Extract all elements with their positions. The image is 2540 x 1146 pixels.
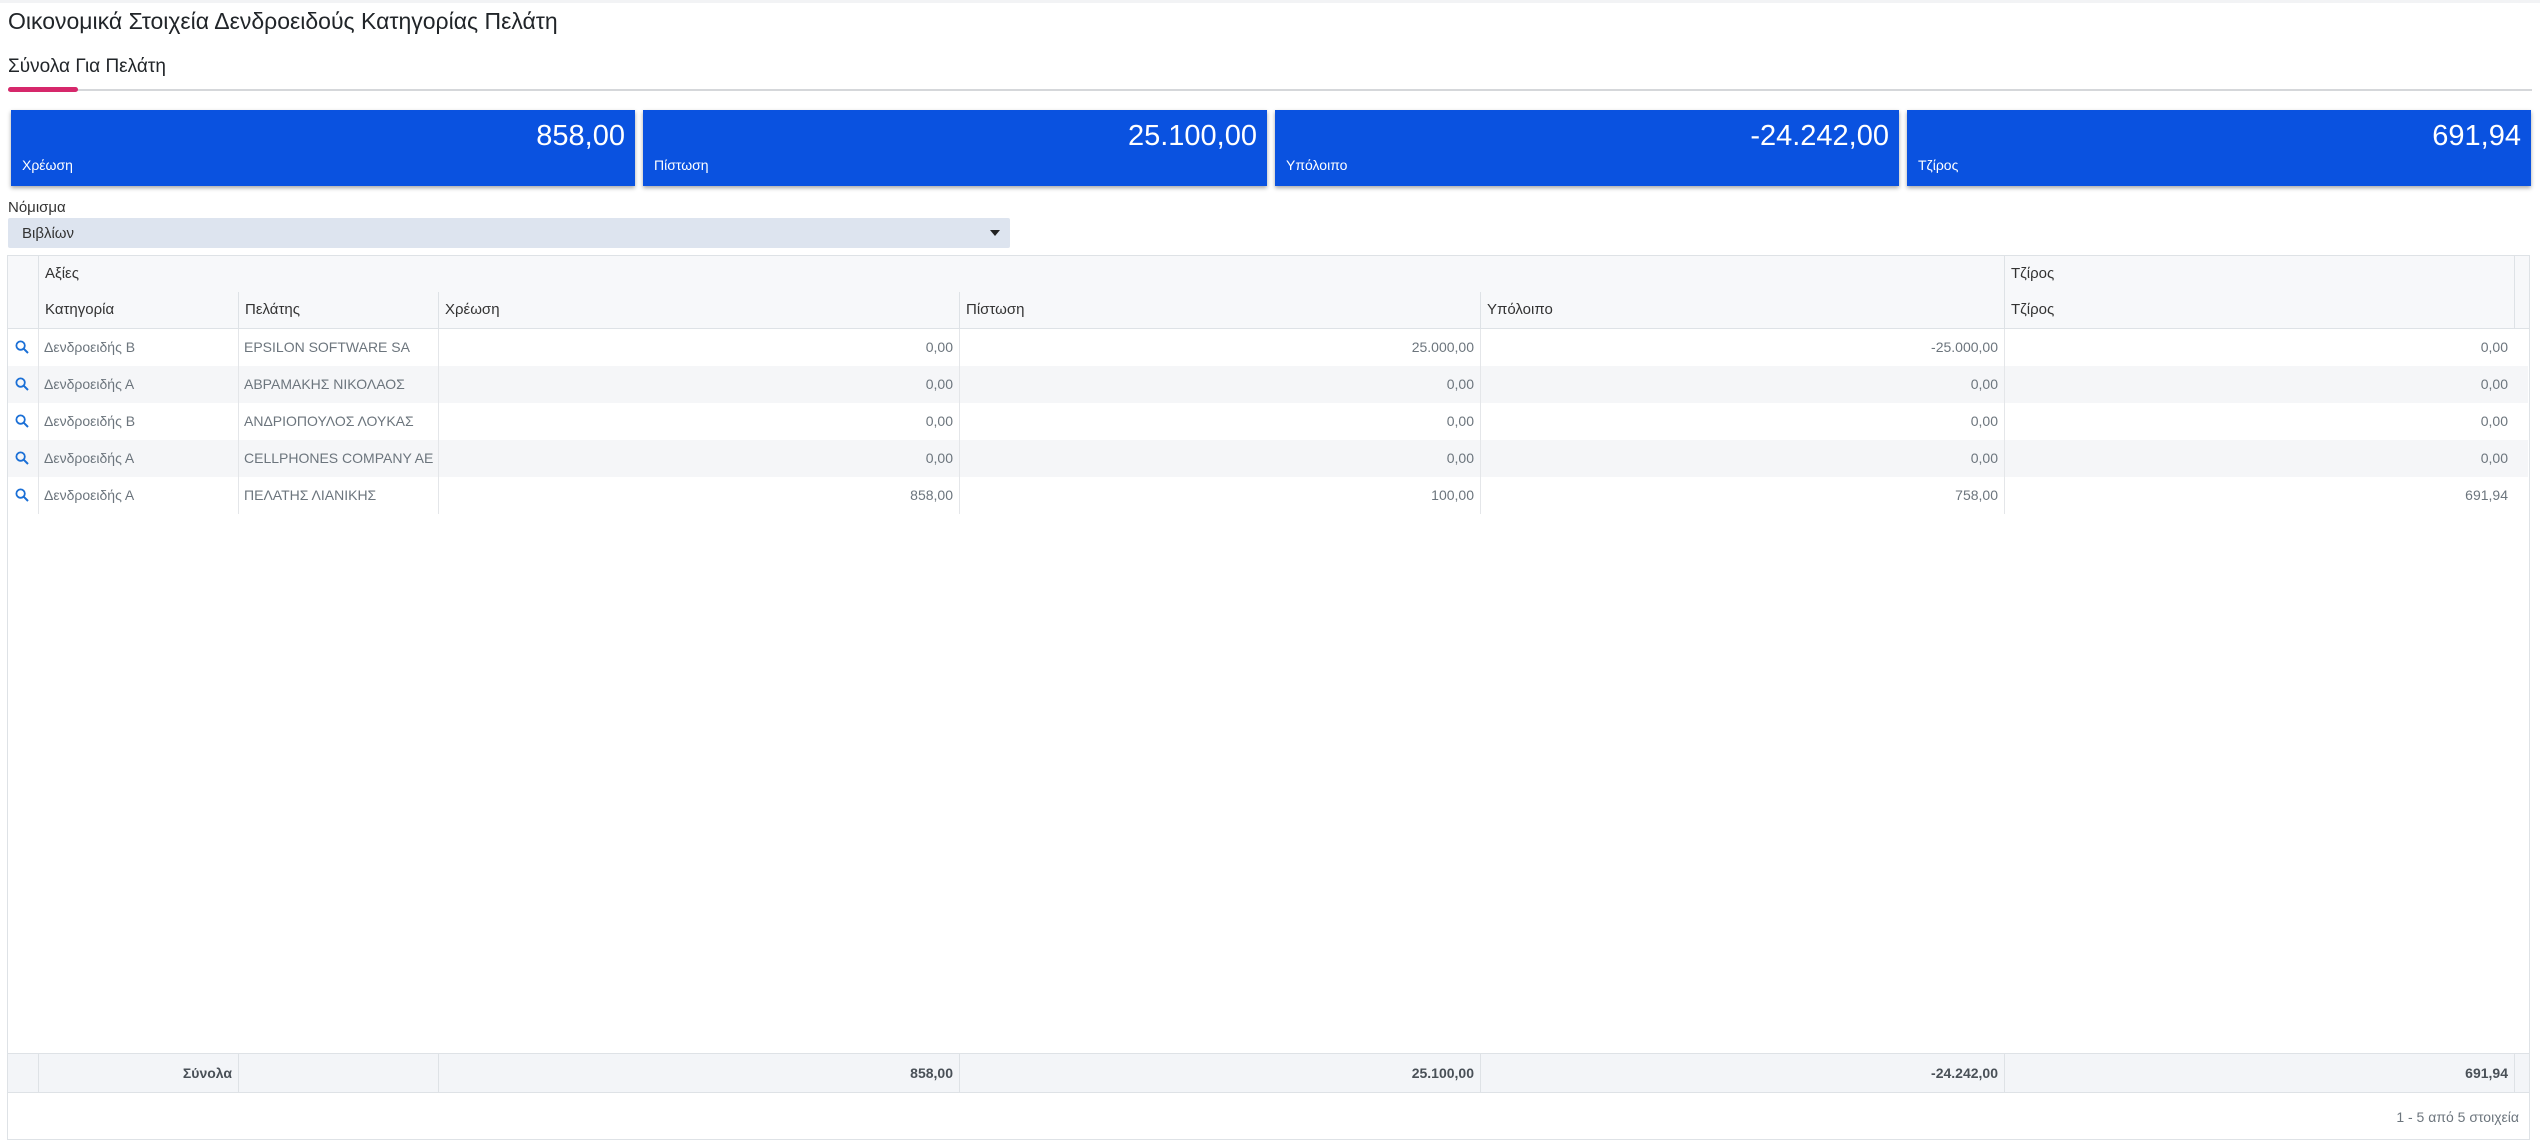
column-header-customer[interactable]: Πελάτης [238, 292, 438, 328]
customer-totals-grid: Αξίες Τζίρος Κατηγορία Πελάτης Χρέωση Πί… [7, 255, 2530, 1140]
cell-turnover: 691,94 [2004, 477, 2514, 514]
table-row[interactable]: Δενδροειδής Α ΑΒΡΑΜΑΚΗΣ ΝΙΚΟΛΑΟΣ 0,00 0,… [8, 366, 2528, 403]
grid-totals-row: Σύνολα 858,00 25.100,00 -24.242,00 691,9… [8, 1053, 2529, 1093]
cell-debit: 0,00 [438, 403, 959, 440]
column-header-turnover[interactable]: Τζίρος [2004, 292, 2514, 328]
caret-down-icon [990, 230, 1000, 236]
cell-turnover: 0,00 [2004, 366, 2514, 403]
grid-group-header: Αξίες Τζίρος [8, 256, 2529, 293]
currency-select[interactable]: Βιβλίων [8, 218, 1010, 248]
kpi-value: 25.100,00 [1127, 120, 1257, 152]
search-icon[interactable] [15, 414, 29, 428]
cell-balance: -25.000,00 [1480, 329, 2004, 366]
totals-customer-empty [238, 1054, 438, 1092]
kpi-label: Χρέωση [22, 157, 73, 173]
kpi-label: Υπόλοιπο [1286, 157, 1348, 173]
column-header-category[interactable]: Κατηγορία [38, 292, 238, 328]
kpi-card-credit: 25.100,00 Πίστωση [643, 110, 1267, 186]
table-row[interactable]: Δενδροειδής Α CELLPHONES COMPANY AE 0,00… [8, 440, 2528, 477]
cell-debit: 0,00 [438, 329, 959, 366]
cell-balance: 0,00 [1480, 440, 2004, 477]
cell-turnover: 0,00 [2004, 403, 2514, 440]
cell-balance: 0,00 [1480, 366, 2004, 403]
totals-debit: 858,00 [438, 1054, 959, 1092]
cell-turnover: 0,00 [2004, 329, 2514, 366]
totals-turnover: 691,94 [2004, 1054, 2514, 1092]
header-scroll-spacer [2514, 292, 2529, 328]
group-header-values: Αξίες [38, 256, 2004, 292]
kpi-card-debit: 858,00 Χρέωση [11, 110, 635, 186]
cell-credit: 25.000,00 [959, 329, 1480, 366]
cell-customer: ΠΕΛΑΤΗΣ ΛΙΑΝΙΚΗΣ [238, 477, 438, 514]
cell-credit: 0,00 [959, 440, 1480, 477]
column-header-debit[interactable]: Χρέωση [438, 292, 959, 328]
cell-credit: 0,00 [959, 403, 1480, 440]
tab-totals-for-customer[interactable]: Σύνολα Για Πελάτη [8, 56, 166, 78]
table-row[interactable]: Δενδροειδής Α ΠΕΛΑΤΗΣ ΛΙΑΝΙΚΗΣ 858,00 10… [8, 477, 2528, 514]
cell-debit: 0,00 [438, 440, 959, 477]
tab-divider [8, 89, 2532, 91]
grid-column-header: Κατηγορία Πελάτης Χρέωση Πίστωση Υπόλοιπ… [8, 292, 2529, 329]
cell-customer: ΑΒΡΑΜΑΚΗΣ ΝΙΚΟΛΑΟΣ [238, 366, 438, 403]
currency-selected-value: Βιβλίων [22, 225, 75, 242]
kpi-card-turnover: 691,94 Τζίρος [1907, 110, 2531, 186]
search-icon[interactable] [15, 340, 29, 354]
currency-label: Νόμισμα [8, 199, 66, 216]
kpi-value: 691,94 [2432, 120, 2521, 152]
cell-category: Δενδροειδής Α [38, 366, 238, 403]
kpi-card-balance: -24.242,00 Υπόλοιπο [1275, 110, 1899, 186]
totals-balance: -24.242,00 [1480, 1054, 2004, 1092]
cell-category: Δενδροειδής Β [38, 403, 238, 440]
search-icon[interactable] [15, 377, 29, 391]
search-icon[interactable] [15, 451, 29, 465]
group-header-turnover: Τζίρος [2004, 256, 2514, 292]
cell-balance: 0,00 [1480, 403, 2004, 440]
cell-credit: 0,00 [959, 366, 1480, 403]
totals-label: Σύνολα [38, 1054, 238, 1092]
cell-balance: 758,00 [1480, 477, 2004, 514]
cell-turnover: 0,00 [2004, 440, 2514, 477]
totals-credit: 25.100,00 [959, 1054, 1480, 1092]
table-row[interactable]: Δενδροειδής Β ΑΝΔΡΙΟΠΟΥΛΟΣ ΛΟΥΚΑΣ 0,00 0… [8, 403, 2528, 440]
kpi-value: -24.242,00 [1750, 120, 1889, 152]
table-row[interactable]: Δενδροειδής Β EPSILON SOFTWARE SA 0,00 2… [8, 329, 2528, 366]
cell-credit: 100,00 [959, 477, 1480, 514]
cell-customer: CELLPHONES COMPANY AE [238, 440, 438, 477]
kpi-value: 858,00 [536, 120, 625, 152]
pager-info: 1 - 5 από 5 στοιχεία [2396, 1109, 2519, 1125]
column-header-balance[interactable]: Υπόλοιπο [1480, 292, 2004, 328]
group-header-spacer [8, 256, 38, 292]
totals-spacer [8, 1054, 38, 1092]
search-icon[interactable] [15, 488, 29, 502]
cell-customer: EPSILON SOFTWARE SA [238, 329, 438, 366]
top-border [0, 0, 2540, 3]
kpi-label: Τζίρος [1918, 157, 1959, 173]
cell-customer: ΑΝΔΡΙΟΠΟΥΛΟΣ ΛΟΥΚΑΣ [238, 403, 438, 440]
page-title: Οικονομικά Στοιχεία Δενδροειδούς Κατηγορ… [8, 8, 558, 34]
header-scroll-spacer [2514, 256, 2529, 292]
cell-category: Δενδροειδής Α [38, 477, 238, 514]
kpi-label: Πίστωση [654, 157, 709, 173]
active-tab-indicator [8, 87, 78, 92]
cell-debit: 858,00 [438, 477, 959, 514]
cell-debit: 0,00 [438, 366, 959, 403]
totals-scroll-spacer [2514, 1054, 2529, 1092]
column-header-spacer [8, 292, 38, 328]
cell-category: Δενδροειδής Β [38, 329, 238, 366]
cell-category: Δενδροειδής Α [38, 440, 238, 477]
column-header-credit[interactable]: Πίστωση [959, 292, 1480, 328]
